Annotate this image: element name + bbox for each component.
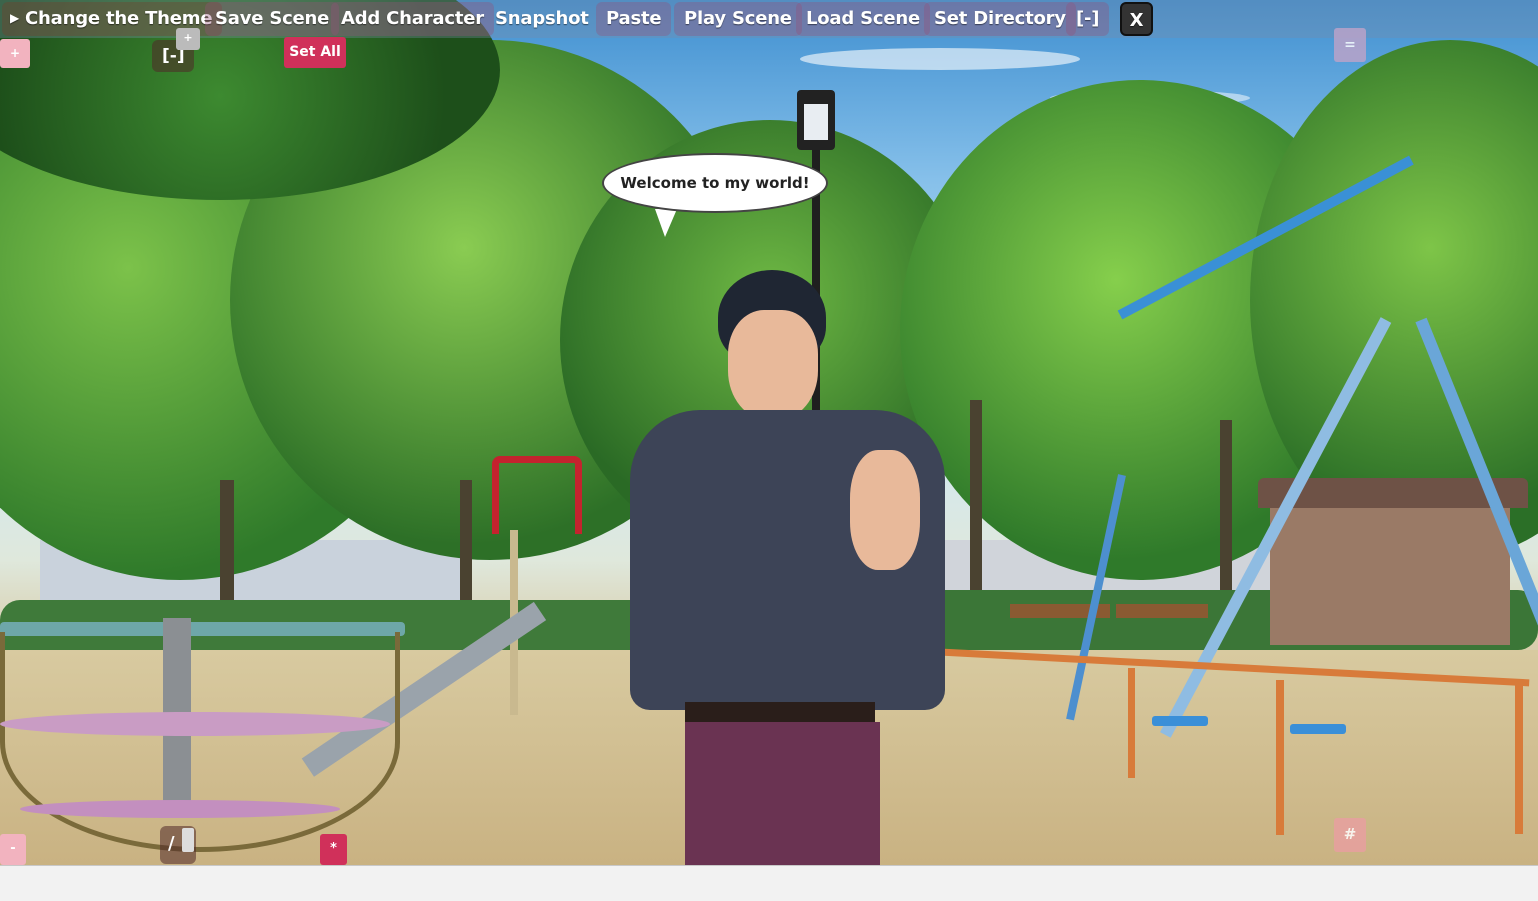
bottom-bar (0, 865, 1538, 901)
load-scene-button[interactable]: Load Scene (796, 2, 930, 36)
slash-button[interactable]: / (160, 826, 196, 864)
star-button[interactable]: * (320, 834, 347, 865)
character-sprite[interactable] (600, 270, 950, 865)
slash-mini-tab (182, 828, 194, 852)
paste-button[interactable]: Paste (596, 2, 672, 36)
equals-button[interactable]: = (1334, 28, 1366, 62)
set-all-button[interactable]: Set All (284, 37, 346, 68)
collapse-toolbar-button[interactable]: [-] (1066, 2, 1110, 36)
plus-button[interactable]: + (0, 39, 30, 68)
character-face (728, 310, 818, 420)
set-directory-button[interactable]: Set Directory (924, 2, 1076, 36)
change-theme-label: Change the Theme (25, 8, 213, 29)
main-toolbar: ▶ Change the Theme Save Scene Add Charact… (0, 0, 1538, 38)
speech-bubble[interactable]: Welcome to my world! (602, 153, 828, 213)
slash-label: / (168, 833, 175, 854)
restroom-building (1270, 500, 1510, 645)
character-belt (685, 702, 875, 724)
railing-post (1276, 680, 1284, 835)
expand-triangle-icon: ▶ (10, 11, 20, 25)
merry-go-round-base (20, 800, 340, 818)
add-character-button[interactable]: Add Character (331, 2, 494, 36)
swing-seat (1152, 716, 1208, 726)
character-pants (685, 722, 880, 865)
minus-button[interactable]: - (0, 834, 26, 865)
character-hand (850, 450, 920, 570)
speech-bubble-tail (655, 209, 677, 237)
panel-collapse-button[interactable]: [-] + (152, 28, 200, 72)
save-scene-button[interactable]: Save Scene (205, 2, 340, 36)
snapshot-button[interactable]: Snapshot (485, 2, 599, 36)
merry-go-round-frame (0, 632, 400, 852)
close-button[interactable]: X (1120, 2, 1153, 36)
railing-post (1128, 668, 1135, 778)
slide-frame (492, 456, 582, 534)
play-scene-button[interactable]: Play Scene (674, 2, 802, 36)
merry-go-round-seat (0, 712, 390, 736)
small-plus-button[interactable]: + (176, 28, 200, 50)
railing-post (1515, 684, 1523, 834)
lamp-glass (804, 104, 828, 140)
speech-bubble-text: Welcome to my world! (620, 174, 810, 192)
bench (1116, 604, 1208, 618)
cloud (800, 48, 1080, 70)
swing-seat (1290, 724, 1346, 734)
scene-canvas[interactable]: Welcome to my world! (0, 0, 1538, 865)
hash-button[interactable]: # (1334, 818, 1366, 852)
